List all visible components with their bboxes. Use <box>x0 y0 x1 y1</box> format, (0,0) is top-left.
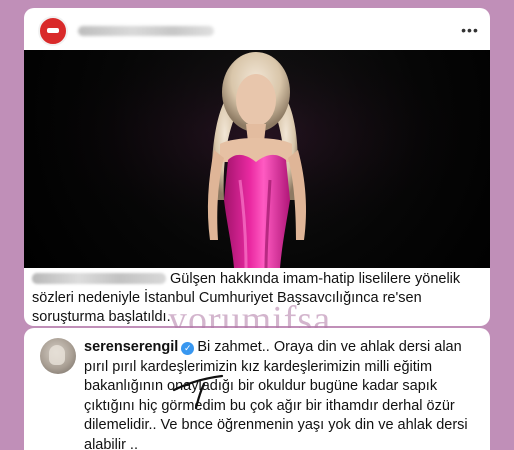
commenter-avatar[interactable] <box>40 338 76 374</box>
blurred-caption-username <box>32 273 166 284</box>
verified-badge-icon: ✓ <box>181 342 195 355</box>
post-header: ••• <box>24 8 490 50</box>
woman-in-pink-dress-illustration <box>24 50 490 268</box>
comment-text: Bi zahmet.. Oraya din ve ahlak dersi ala… <box>84 339 468 450</box>
more-dots-icon[interactable]: ••• <box>460 20 480 40</box>
comment-card: serenserengil ✓ Bi zahmet.. Oraya din ve a… <box>24 328 490 450</box>
post-photo <box>24 50 490 268</box>
post-author-avatar[interactable] <box>38 16 68 46</box>
comment-username[interactable]: serenserengil <box>84 339 178 355</box>
post-card: ••• Gülşen hakkında imam-hatip liseliler… <box>24 8 490 326</box>
comment-body: serenserengil ✓ Bi zahmet.. Oraya din ve a… <box>84 338 480 450</box>
blurred-author-name <box>78 26 214 36</box>
pen-scribble <box>172 374 224 410</box>
